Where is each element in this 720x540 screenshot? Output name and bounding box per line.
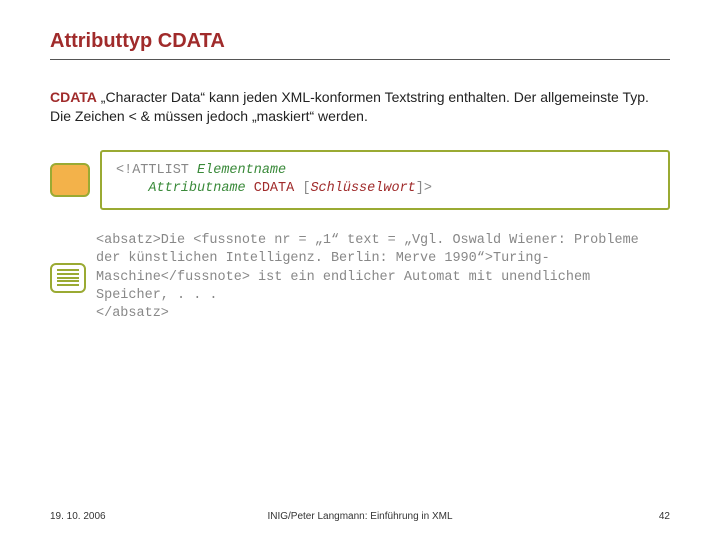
example-code: <absatz>Die <fussnote nr = „1“ text = „V…: [96, 232, 670, 323]
example-icon: [50, 263, 86, 293]
slide-title: Attributtyp CDATA: [50, 30, 670, 60]
syntax-code: <!ATTLIST Elementname Attributname CDATA…: [100, 150, 670, 210]
syntax-l2e: ]>: [416, 181, 432, 196]
example-block: <absatz>Die <fussnote nr = „1“ text = „V…: [50, 232, 670, 323]
syntax-l2d: Schlüsselwort: [310, 181, 415, 196]
syntax-icon: [50, 163, 90, 197]
footer-page: 42: [659, 511, 670, 522]
description-paragraph: CDATA „Character Data“ kann jeden XML-ko…: [50, 88, 670, 126]
syntax-l1a: <!ATTLIST: [116, 163, 197, 178]
syntax-l2b: CDATA: [246, 181, 303, 196]
syntax-l1b: Elementname: [197, 163, 286, 178]
footer-center: INIG/Peter Langmann: Einführung in XML: [50, 511, 670, 522]
footer: 19. 10. 2006 INIG/Peter Langmann: Einfüh…: [50, 511, 670, 522]
desc-keyword: CDATA: [50, 89, 97, 105]
footer-date: 19. 10. 2006: [50, 511, 106, 522]
desc-text: „Character Data“ kann jeden XML-konforme…: [50, 89, 649, 124]
syntax-l2a: Attributname: [148, 181, 245, 196]
syntax-block: <!ATTLIST Elementname Attributname CDATA…: [50, 150, 670, 210]
